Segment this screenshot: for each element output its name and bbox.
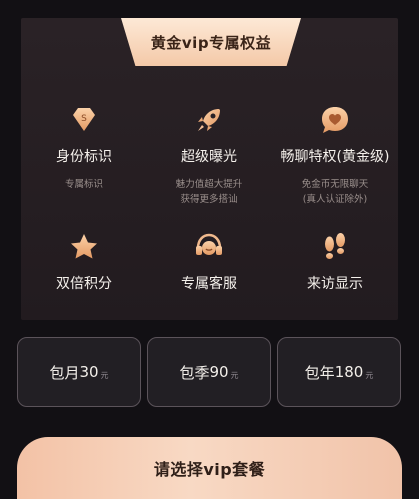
benefits-title-tab: 黄金vip专属权益 xyxy=(121,18,301,66)
plan-yearly-button[interactable]: 包年 180 元 xyxy=(277,337,401,407)
benefit-name: 来访显示 xyxy=(307,276,363,292)
benefit-exposure: 超级曝光 魅力值超大提升 获得更多搭讪 xyxy=(146,103,272,207)
benefit-name: 专属客服 xyxy=(181,276,237,292)
select-vip-plan-button[interactable]: 请选择vip套餐 xyxy=(17,437,402,499)
star-icon xyxy=(71,234,97,259)
cta-label: 请选择vip套餐 xyxy=(153,460,266,479)
benefit-visitors: 来访显示 xyxy=(272,230,398,293)
plan-name: 包季 xyxy=(179,363,210,382)
benefit-name: 超级曝光 xyxy=(181,149,237,165)
plan-quarterly-button[interactable]: 包季 90 元 xyxy=(147,337,271,407)
plan-unit: 元 xyxy=(365,370,374,380)
headset-icon xyxy=(196,233,222,255)
benefit-name: 畅聊特权(黄金级) xyxy=(280,149,390,165)
benefit-chat: 畅聊特权(黄金级) 免金币无限聊天 (真人认证除外) xyxy=(272,103,398,207)
footprints-icon xyxy=(325,233,345,259)
page-title: 黄金vip专属权益 xyxy=(150,33,272,52)
plan-name: 包月 xyxy=(49,363,80,382)
benefit-desc: 魅力值超大提升 获得更多搭讪 xyxy=(175,179,243,205)
benefit-desc: 免金币无限聊天 (真人认证除外) xyxy=(301,179,369,205)
benefit-double-points: 双倍积分 xyxy=(21,230,147,293)
diamond-badge-icon: S xyxy=(73,108,95,131)
plan-price: 90 xyxy=(209,363,229,381)
plan-price: 30 xyxy=(79,363,99,381)
plan-monthly-button[interactable]: 包月 30 元 xyxy=(17,337,141,407)
benefit-support: 专属客服 xyxy=(146,230,272,293)
benefit-desc: 专属标识 xyxy=(64,179,103,190)
plan-options: 包月 30 元 包季 90 元 包年 180 元 xyxy=(17,337,402,407)
plan-unit: 元 xyxy=(100,370,109,380)
rocket-icon xyxy=(198,109,220,131)
plan-name: 包年 xyxy=(304,363,335,382)
heart-chat-icon xyxy=(322,107,348,133)
plan-unit: 元 xyxy=(230,370,239,380)
svg-text:S: S xyxy=(81,114,87,124)
benefit-identity: S 身份标识 专属标识 xyxy=(21,103,147,192)
benefit-name: 双倍积分 xyxy=(56,276,112,292)
plan-price: 180 xyxy=(334,363,364,381)
benefit-name: 身份标识 xyxy=(56,149,112,165)
